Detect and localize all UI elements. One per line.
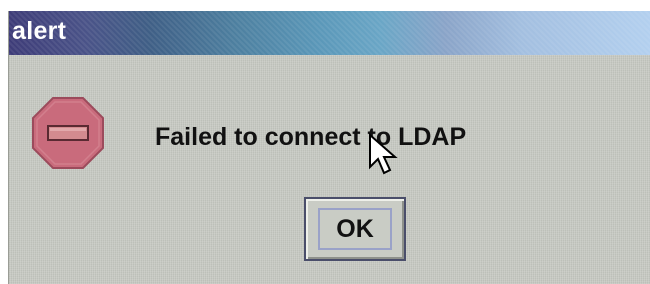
ok-button[interactable]: OK (304, 197, 406, 261)
title-bar[interactable]: alert (9, 11, 650, 55)
alert-dialog: alert Failed to connect to LDAP OK (8, 11, 650, 284)
ok-button-label: OK (336, 214, 374, 243)
focus-rectangle: OK (318, 208, 392, 250)
alert-message: Failed to connect to LDAP (155, 123, 467, 151)
window-title: alert (12, 17, 67, 45)
stop-icon (32, 97, 104, 169)
